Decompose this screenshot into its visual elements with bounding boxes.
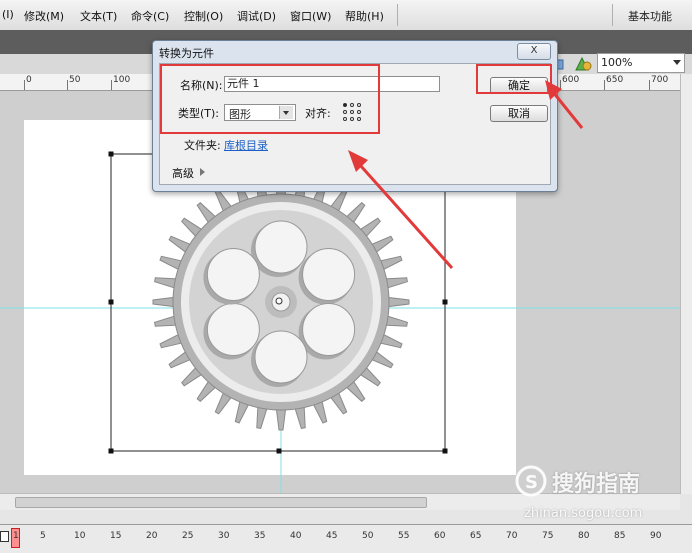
menu-commands[interactable]: 命令(C) bbox=[131, 8, 169, 24]
ruler-label: 700 bbox=[651, 75, 669, 85]
menu-window[interactable]: 窗口(W) bbox=[290, 8, 331, 24]
frame-number: 15 bbox=[110, 531, 122, 541]
ruler-label: 50 bbox=[69, 75, 81, 85]
menu-bar: (I) 修改(M) 文本(T) 命令(C) 控制(O) 调试(D) 窗口(W) … bbox=[0, 0, 692, 31]
horizontal-scroll-thumb[interactable] bbox=[15, 497, 427, 508]
frame-number: 55 bbox=[398, 531, 410, 541]
frame-number: 5 bbox=[40, 531, 46, 541]
frame-number: 85 bbox=[614, 531, 626, 541]
svg-text:S: S bbox=[525, 472, 538, 493]
ruler-tick bbox=[560, 80, 561, 90]
menu-control[interactable]: 控制(O) bbox=[184, 8, 223, 24]
menu-divider bbox=[612, 4, 613, 26]
menu-text[interactable]: 文本(T) bbox=[80, 8, 117, 24]
frame-number: 70 bbox=[506, 531, 518, 541]
frame-number: 90 bbox=[650, 531, 662, 541]
frame-number: 65 bbox=[470, 531, 482, 541]
chevron-down-icon bbox=[673, 60, 681, 65]
ruler-label: 0 bbox=[26, 75, 32, 85]
frame-number: 60 bbox=[434, 531, 446, 541]
annotation-box-fields bbox=[160, 64, 380, 134]
frame-number: 10 bbox=[74, 531, 86, 541]
watermark-title: 搜狗指南 bbox=[552, 472, 641, 497]
vertical-scrollbar[interactable] bbox=[680, 74, 692, 494]
menu-divider bbox=[397, 4, 398, 26]
ruler-tick bbox=[24, 80, 25, 90]
watermark-url: zhinan.sogou.com bbox=[524, 506, 643, 521]
frame-number: 75 bbox=[542, 531, 554, 541]
frame-number: 30 bbox=[218, 531, 230, 541]
frame-number: 40 bbox=[290, 531, 302, 541]
watermark: S 搜狗指南 zhinan.sogou.com bbox=[515, 462, 676, 522]
gear-hole bbox=[254, 220, 308, 274]
frame-number: 45 bbox=[326, 531, 338, 541]
frame-number: 25 bbox=[182, 531, 194, 541]
folder-label: 文件夹: bbox=[184, 139, 221, 152]
menu-debug[interactable]: 调试(D) bbox=[237, 8, 276, 24]
dialog-title: 转换为元件 bbox=[159, 47, 214, 60]
sogou-logo-icon: S bbox=[515, 465, 547, 497]
gear-hole bbox=[302, 248, 356, 301]
library-root-link[interactable]: 库根目录 bbox=[224, 137, 268, 153]
gear-hole bbox=[254, 330, 308, 384]
gear-hole bbox=[206, 303, 260, 356]
ruler-tick bbox=[604, 80, 605, 90]
ruler-label: 650 bbox=[606, 75, 624, 85]
zoom-value: 100% bbox=[601, 56, 633, 69]
zoom-select[interactable]: 100% bbox=[597, 53, 685, 73]
frame-number: 20 bbox=[146, 531, 158, 541]
ruler-tick bbox=[649, 80, 650, 90]
menu-modify[interactable]: 修改(M) bbox=[24, 8, 64, 24]
menu-help[interactable]: 帮助(H) bbox=[345, 8, 384, 24]
cancel-button[interactable]: 取消 bbox=[490, 105, 548, 122]
registration-point[interactable] bbox=[275, 297, 283, 305]
expand-triangle-icon[interactable] bbox=[200, 168, 205, 176]
frame-number: 50 bbox=[362, 531, 374, 541]
frame-number: 1 bbox=[13, 531, 19, 541]
frame-number: 80 bbox=[578, 531, 590, 541]
gear-hole bbox=[302, 303, 356, 356]
layer-icon[interactable] bbox=[0, 531, 9, 542]
timeline[interactable]: 1 5 10 15 20 25 30 35 40 45 50 55 60 65 … bbox=[0, 524, 692, 553]
close-icon[interactable]: X bbox=[517, 43, 551, 60]
ruler-tick bbox=[111, 80, 112, 90]
frame-number: 35 bbox=[254, 531, 266, 541]
ruler-label: 600 bbox=[562, 75, 580, 85]
menu-insert[interactable]: (I) bbox=[2, 8, 14, 21]
ruler-tick bbox=[67, 80, 68, 90]
gear-hole bbox=[206, 248, 260, 301]
edit-symbols-icon[interactable] bbox=[573, 55, 593, 73]
annotation-box-ok bbox=[476, 64, 552, 94]
ruler-label: 100 bbox=[113, 75, 131, 85]
workspace-switcher[interactable]: 基本功能 bbox=[628, 8, 672, 24]
advanced-toggle[interactable]: 高级 bbox=[172, 165, 194, 181]
